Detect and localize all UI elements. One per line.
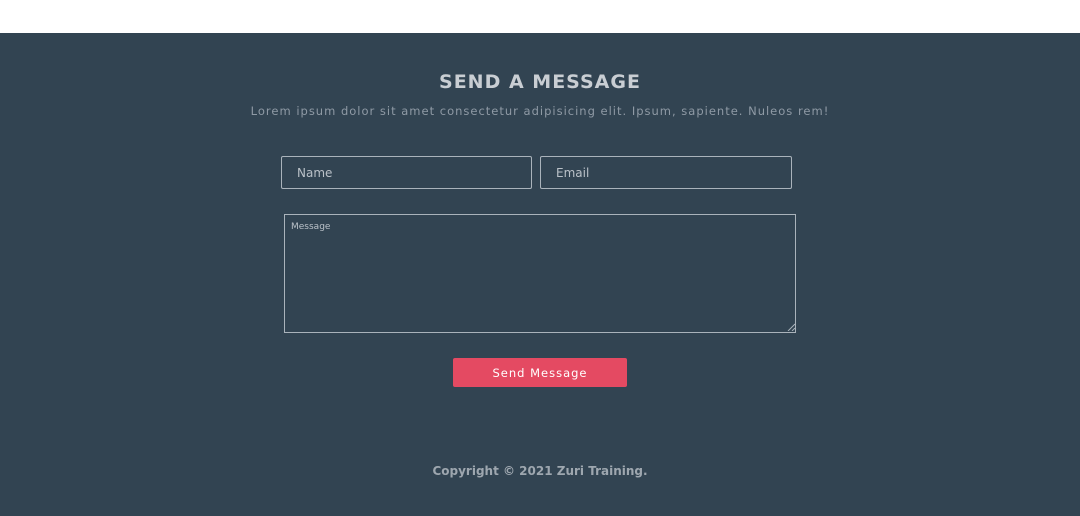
section-subtext: Lorem ipsum dolor sit amet consectetur a… xyxy=(250,104,830,118)
name-input[interactable] xyxy=(281,156,532,189)
contact-section: SEND A MESSAGE Lorem ipsum dolor sit ame… xyxy=(0,33,1080,516)
email-input[interactable] xyxy=(540,156,792,189)
send-message-button[interactable]: Send Message xyxy=(453,358,627,387)
message-textarea[interactable] xyxy=(284,214,796,333)
top-blank-strip xyxy=(0,0,1080,33)
footer-copyright: Copyright © 2021 Zuri Training. xyxy=(432,464,648,478)
section-heading: SEND A MESSAGE xyxy=(439,71,641,93)
